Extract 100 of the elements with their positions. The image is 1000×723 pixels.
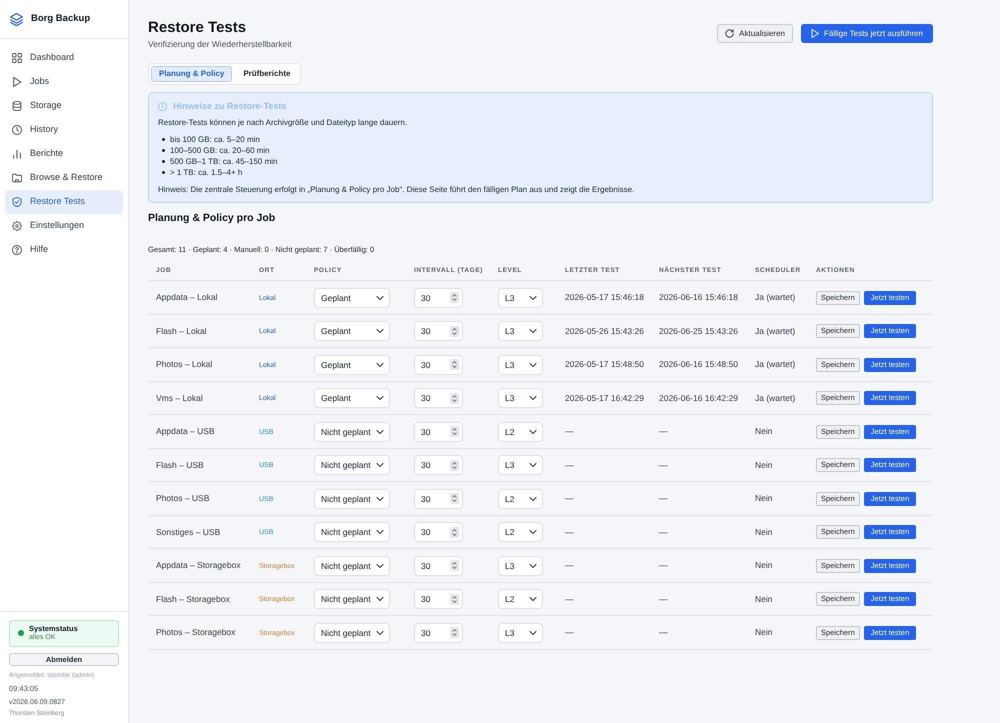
next-test-cell-text: 2026-06-25 15:43:26 [659,324,739,338]
policy-select[interactable]: Geplant [314,354,390,374]
scheduler-cell-text: Ja (wartet) [755,358,796,371]
interval-field[interactable]: 30 [414,488,463,508]
policy-select[interactable]: Nicht geplant [314,556,390,576]
job-name: Appdata – Storagebox [156,559,242,572]
spinner-icon [450,594,459,604]
job-name: Flash – Storagebox [156,592,231,606]
level-select[interactable]: L2 [498,488,543,508]
last-test-cell-text: — [565,592,574,606]
policy-select[interactable]: Geplant [314,321,390,341]
spinner-icon [450,292,459,303]
level-select[interactable]: L3 [498,321,543,341]
last-test-cell-text: — [565,458,574,472]
clock-icon [12,125,22,135]
scheduler-cell-text: Ja (wartet) [755,392,796,404]
job-name: Sonstiges – USB [156,526,222,538]
tab[interactable]: Planung & Policy [151,66,232,82]
layers-icon [10,12,23,26]
bullet-icon [162,171,165,174]
sidebar-item[interactable]: Browse & Restore [5,166,123,190]
page-subtitle: Verifizierung der Wiederherstellbarkeit [148,38,292,51]
spinner-icon [450,426,459,437]
interval-field[interactable]: 30 [414,422,463,442]
scheduler-cell-text: Nein [755,425,774,438]
level-select[interactable]: L3 [498,556,543,576]
next-test-cell-text: 2026-06-16 16:42:29 [659,392,739,404]
policy-select[interactable]: Nicht geplant [314,455,390,475]
sidebar-item[interactable]: Dashboard [5,46,123,70]
interval-field[interactable]: 30 [414,321,463,341]
sidebar-item[interactable]: Hilfe [5,238,123,262]
policy-select[interactable]: Nicht geplant [314,622,390,642]
job-name: Flash – Lokal [156,324,208,338]
scheduler-cell-text: Nein [755,592,774,606]
policy-select[interactable]: Geplant [314,288,390,308]
interval-field[interactable]: 30 [414,556,463,576]
interval-field[interactable]: 30 [414,589,463,609]
policy-select[interactable]: Nicht geplant [314,589,390,609]
scheduler-cell-text: Nein [755,559,774,572]
info-note: Hinweis: Die zentrale Steuerung erfolgt in „Planung & Policy pro Job“. Diese Seite führt den fälligen Plan aus und zeigt die Ergebnisse. [158,184,636,196]
refresh-icon [725,29,734,38]
refresh-button[interactable]: Aktualisieren [717,24,793,43]
grid-icon [12,53,22,63]
next-test-cell-text: 2026-06-16 15:48:50 [659,358,739,371]
sidebar-item[interactable]: Berichte [5,142,123,166]
sidebar-item[interactable]: Restore Tests [5,190,123,214]
level-select[interactable]: L3 [498,455,543,475]
sidebar-item[interactable]: Storage [5,94,123,118]
duration-item: 500 GB–1 TB: ca. 45–150 min [170,156,278,168]
database-icon [12,101,22,111]
interval-field[interactable]: 30 [414,288,463,308]
bullet-icon [162,138,165,142]
last-test-cell-text: 2026-05-17 16:42:29 [565,392,645,404]
scheduler-cell-text: Ja (wartet) [755,291,796,304]
policy-select[interactable]: Nicht geplant [314,522,390,542]
sidebar-item[interactable]: Einstellungen [5,214,123,238]
level-select[interactable]: L3 [498,622,543,642]
interval-field[interactable]: 30 [414,622,463,642]
sidebar-item[interactable]: Jobs [5,70,123,94]
bullet-icon [162,149,165,152]
duration-item: > 1 TB: ca. 1.5–4+ h [170,166,242,179]
policy-select[interactable]: Nicht geplant [314,488,390,508]
spinner-icon [450,526,459,538]
scheduler-cell-text: Nein [755,492,774,505]
interval-field[interactable]: 30 [414,354,463,374]
duration-item: bis 100 GB: ca. 5–20 min [170,134,260,146]
section-title: Planung & Policy pro Job [148,211,276,226]
level-select[interactable]: L2 [498,589,543,609]
job-name: Appdata – USB [156,425,216,438]
tab[interactable]: Prüfberichte [235,66,298,82]
level-select[interactable]: L2 [498,422,543,442]
play-icon [810,29,819,38]
level-select[interactable]: L3 [498,354,543,374]
level-select[interactable]: L3 [498,388,543,408]
scheduler-cell-text: Nein [755,526,774,538]
scheduler-cell-text: Nein [755,626,774,639]
next-test-cell-text: — [659,458,668,472]
interval-field[interactable]: 30 [414,388,463,408]
settings-icon [12,221,22,231]
spinner-icon [450,326,459,336]
next-test-cell-text: — [659,592,668,606]
interval-field[interactable]: 30 [414,455,463,475]
job-name: Vms – Lokal [156,392,204,404]
interval-field[interactable]: 30 [414,522,463,542]
last-test-cell-text: 2026-05-17 15:46:18 [565,291,645,304]
spinner-icon [450,493,459,504]
page-title: Restore Tests [148,19,248,37]
level-select[interactable]: L3 [498,288,543,308]
run-tests-button[interactable]: Fällige Tests jetzt ausführen [800,24,933,43]
shield-check-icon [12,197,22,207]
job-name: Photos – Storagebox [156,626,236,639]
next-test-cell-text: — [659,559,668,572]
help-icon [12,245,22,255]
job-name: Appdata – Lokal [156,291,218,304]
app-title: Borg Backup [31,12,90,26]
sidebar-item[interactable]: History [5,118,123,142]
last-test-cell-text: — [565,559,574,572]
policy-select[interactable]: Nicht geplant [314,422,390,442]
policy-select[interactable]: Geplant [314,388,390,408]
level-select[interactable]: L2 [498,522,543,542]
